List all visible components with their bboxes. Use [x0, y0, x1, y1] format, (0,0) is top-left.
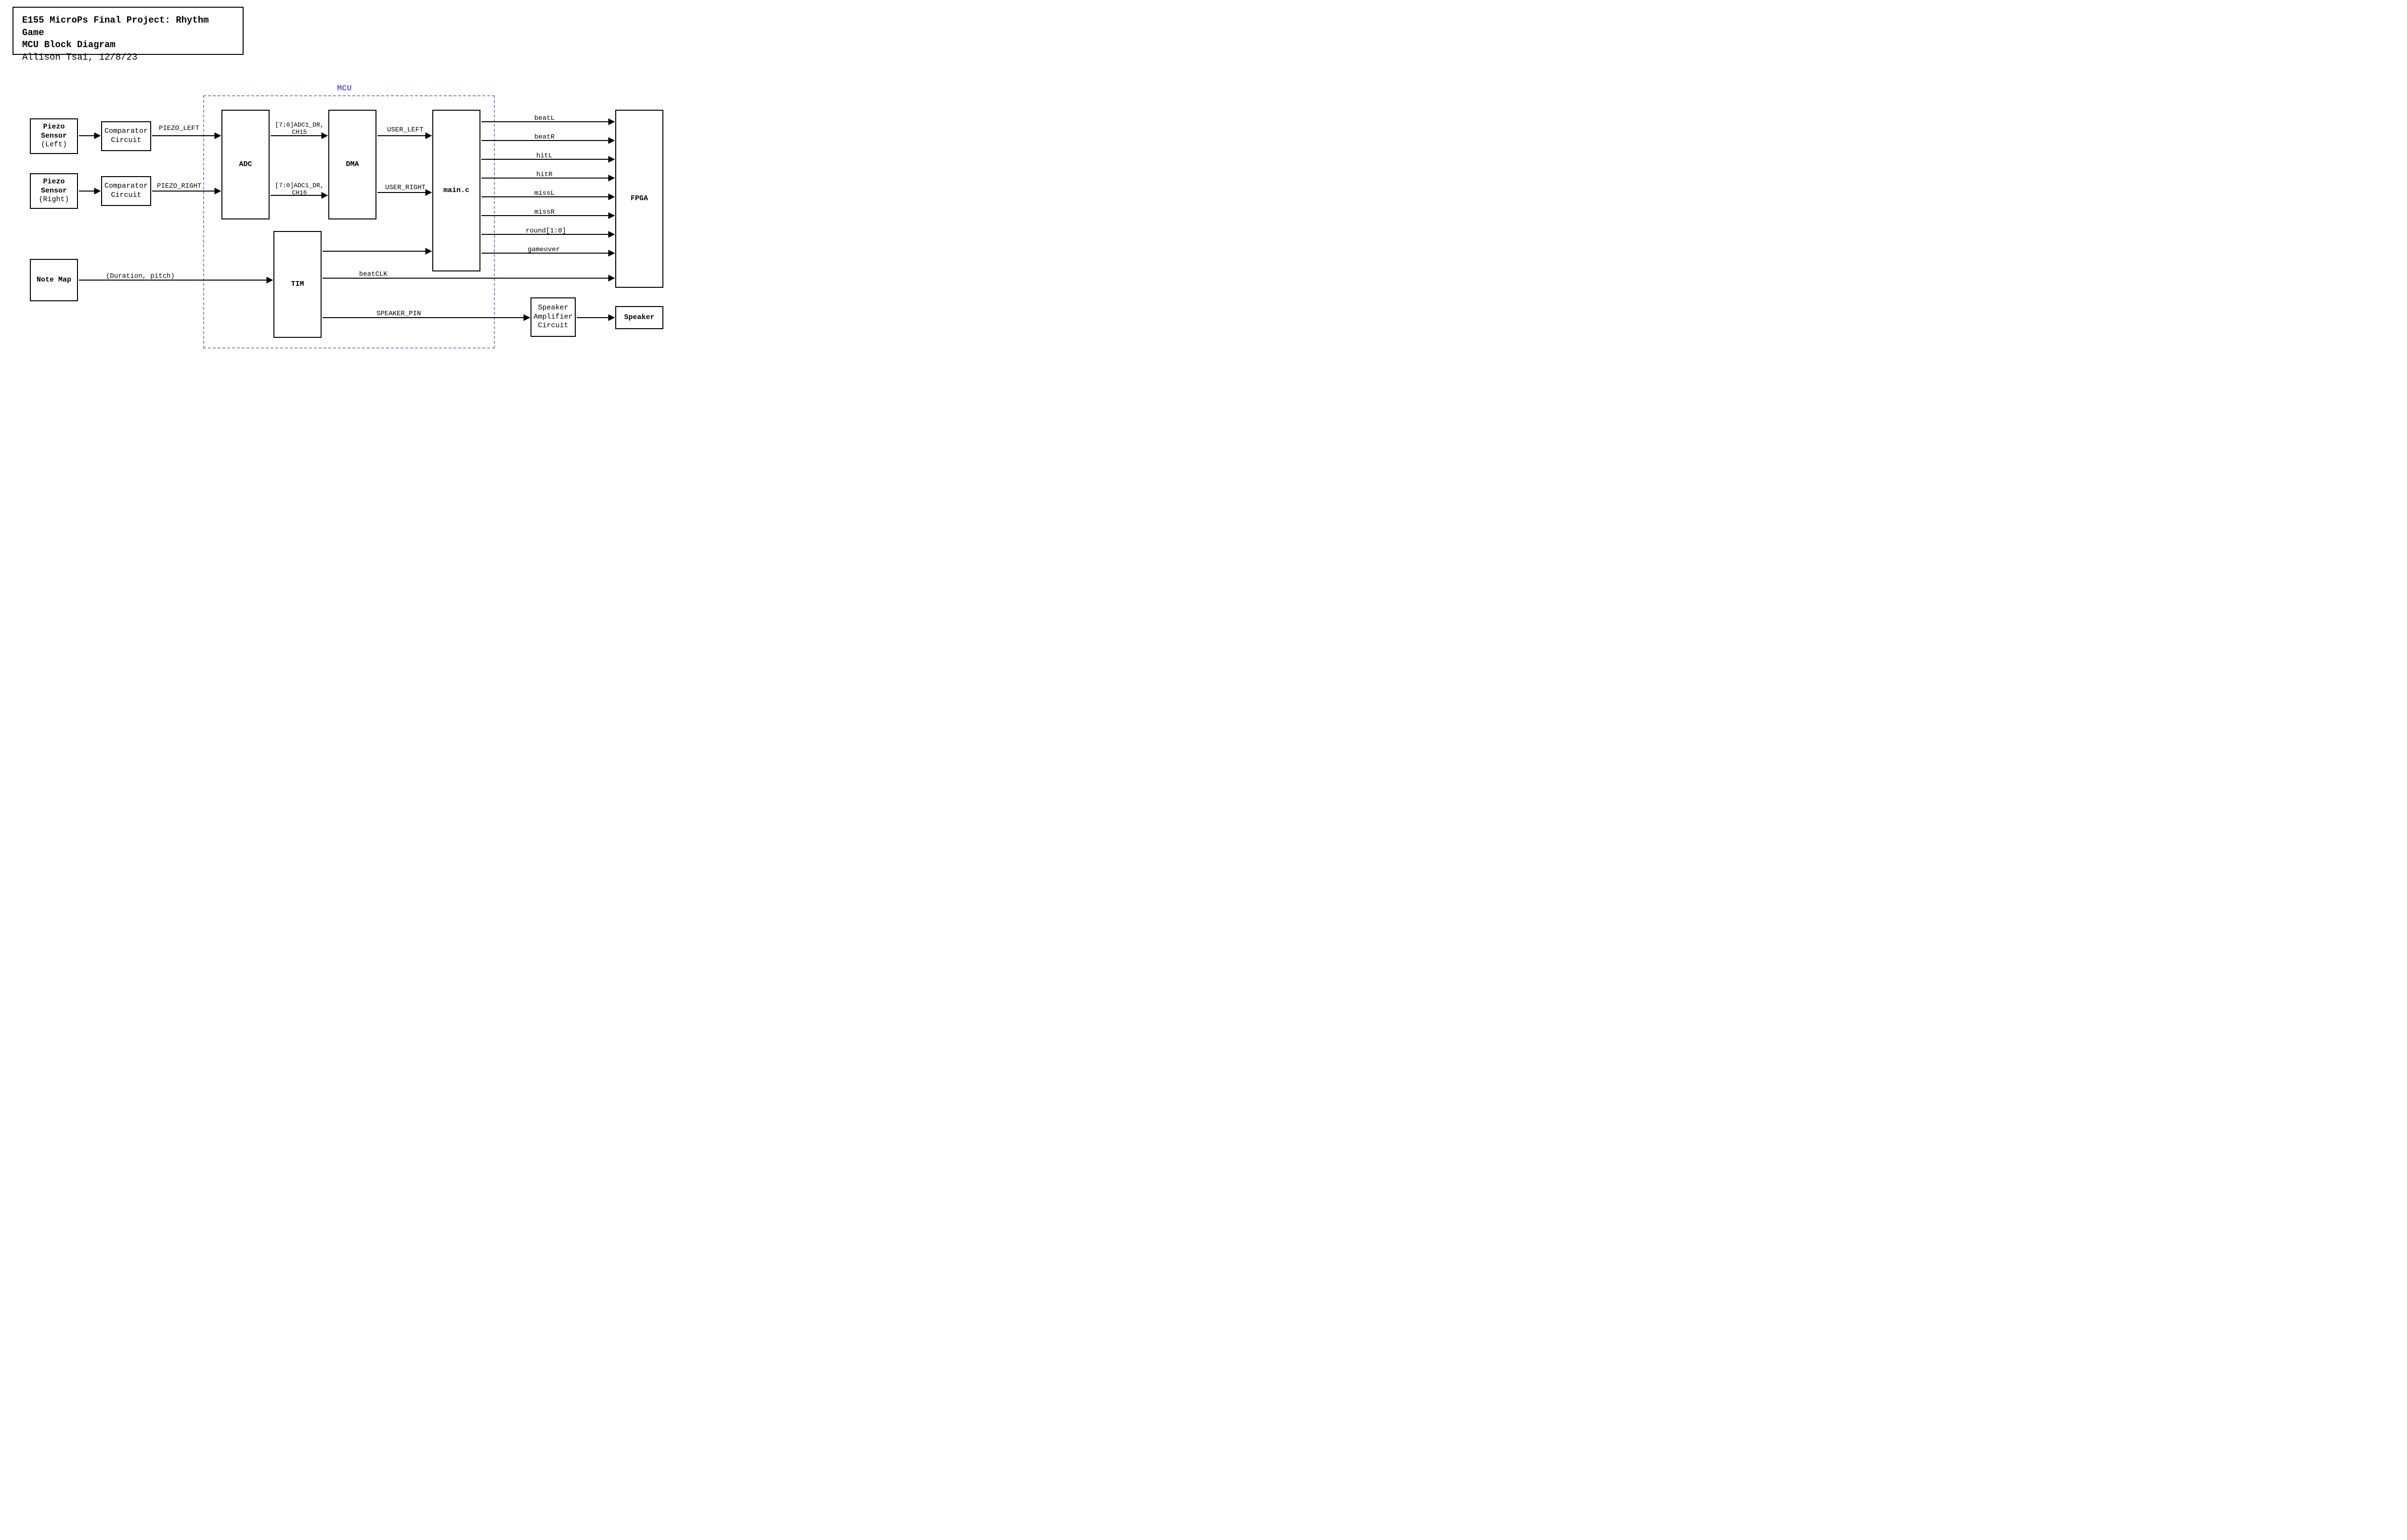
mcu-label: MCU [337, 84, 352, 93]
adc-label: ADC [239, 160, 252, 169]
block-speaker-amp: Speaker Amplifier Circuit [531, 297, 576, 337]
block-fpga: FPGA [615, 110, 663, 288]
title-line-3: Allison Tsai, 12/8/23 [22, 51, 234, 64]
comparator-right-label: Comparator Circuit [104, 182, 148, 200]
label-missR: missR [534, 208, 555, 216]
label-gameover: gameover [528, 246, 560, 254]
label-piezo-left: PIEZO_LEFT [159, 125, 199, 132]
block-main-c: main.c [432, 110, 480, 271]
label-beatclk: beatCLK [359, 270, 388, 278]
block-comparator-right: Comparator Circuit [101, 176, 151, 206]
tim-label: TIM [291, 280, 304, 289]
block-note-map: Note Map [30, 259, 78, 301]
note-map-label: Note Map [37, 276, 71, 285]
block-speaker: Speaker [615, 306, 663, 329]
label-beatL: beatL [534, 115, 555, 122]
dma-label: DMA [346, 160, 359, 169]
title-line-2: MCU Block Diagram [22, 39, 234, 51]
label-round: round[1:0] [526, 227, 566, 235]
block-piezo-right: Piezo Sensor (Right) [30, 173, 78, 209]
speaker-label: Speaker [624, 313, 654, 322]
piezo-left-bold: Piezo Sensor [41, 123, 67, 140]
block-piezo-left: Piezo Sensor (Left) [30, 118, 78, 154]
label-speaker-pin: SPEAKER_PIN [376, 310, 421, 318]
main-c-label: main.c [443, 186, 469, 195]
diagram-canvas: E155 MicroPs Final Project: Rhythm Game … [0, 0, 701, 393]
label-user-right: USER_RIGHT [385, 184, 426, 192]
label-hitL: hitL [536, 152, 553, 160]
piezo-left-plain: (Left) [41, 141, 67, 149]
label-piezo-right: PIEZO_RIGHT [157, 182, 201, 190]
title-line-1: E155 MicroPs Final Project: Rhythm Game [22, 14, 234, 39]
piezo-right-bold: Piezo Sensor [41, 178, 67, 195]
piezo-right-plain: (Right) [39, 195, 69, 204]
block-comparator-left: Comparator Circuit [101, 121, 151, 151]
label-missL: missL [534, 190, 555, 197]
label-adc-dr-ch15: [7:0]ADC1_DR, CH15 [272, 121, 327, 136]
speaker-amp-label: Speaker Amplifier Circuit [533, 304, 572, 331]
label-adc-dr-ch16: [7:0]ADC1_DR, CH16 [272, 182, 327, 196]
block-dma: DMA [328, 110, 376, 219]
label-user-left: USER_LEFT [387, 126, 424, 134]
label-hitR: hitR [536, 171, 553, 179]
title-box: E155 MicroPs Final Project: Rhythm Game … [13, 7, 244, 55]
label-notemap-sig: (Duration, pitch) [106, 272, 175, 280]
block-adc: ADC [221, 110, 270, 219]
label-beatR: beatR [534, 133, 555, 141]
fpga-label: FPGA [631, 194, 648, 204]
block-tim: TIM [273, 231, 322, 338]
comparator-left-label: Comparator Circuit [104, 127, 148, 145]
